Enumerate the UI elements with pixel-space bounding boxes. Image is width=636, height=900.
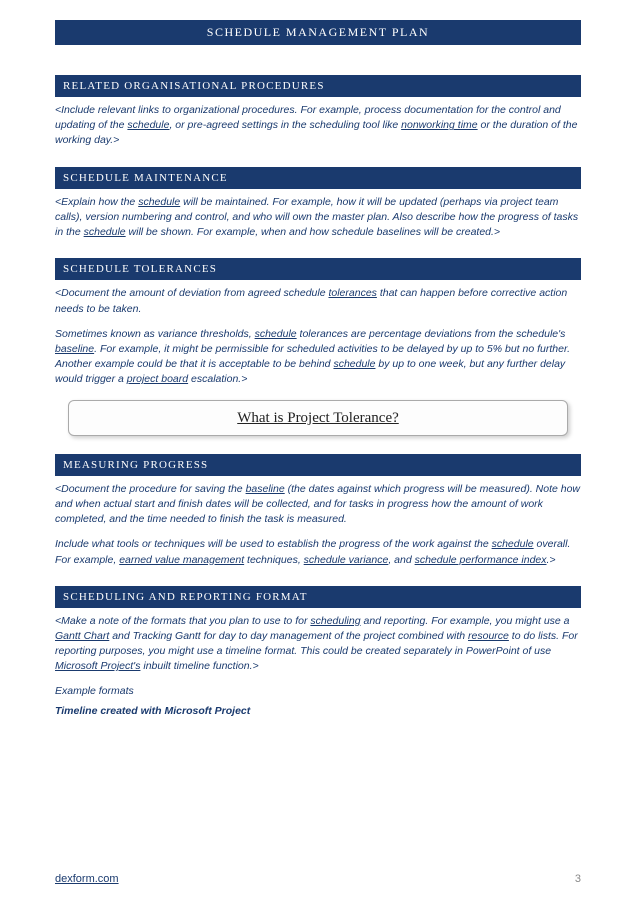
text: Sometimes known as variance thresholds, [55,328,255,340]
section-header-tolerances: SCHEDULE TOLERANCES [55,258,581,280]
measuring-body-2: Include what tools or techniques will be… [55,537,581,567]
link-resource[interactable]: resource [468,630,509,642]
text: and reporting. For example, you might us… [361,615,570,627]
text: inbuilt timeline function.> [140,660,258,672]
link-schedule-variance[interactable]: schedule variance [304,554,389,566]
text: will be shown. For example, when and how… [126,226,500,238]
link-gantt[interactable]: Gantt Chart [55,630,109,642]
maintenance-body: <Explain how the schedule will be mainta… [55,195,581,241]
tolerances-body-1: <Document the amount of deviation from a… [55,286,581,316]
link-tolerances[interactable]: tolerances [328,287,376,299]
text: <Explain how the [55,196,138,208]
text: and Tracking Gantt for day to day manage… [109,630,468,642]
text: .> [547,554,556,566]
text: <Document the procedure for saving the [55,483,246,495]
text: escalation.> [188,373,247,385]
link-spi[interactable]: schedule performance index [415,554,547,566]
callout-text: What is Project Tolerance? [237,410,399,426]
callout-project-tolerance[interactable]: What is Project Tolerance? [68,400,568,436]
link-project-board[interactable]: project board [127,373,188,385]
page-footer: dexform.com 3 [55,873,581,885]
link-schedule[interactable]: schedule [84,226,126,238]
footer-link[interactable]: dexform.com [55,873,119,885]
section-header-measuring: MEASURING PROGRESS [55,454,581,476]
text: Include what tools or techniques will be… [55,538,492,550]
example-formats-label: Example formats [55,685,581,697]
link-schedule[interactable]: schedule [127,119,169,131]
related-body: <Include relevant links to organizationa… [55,103,581,149]
measuring-body-1: <Document the procedure for saving the b… [55,482,581,528]
link-baseline[interactable]: baseline [55,343,94,355]
text: , or pre-agreed settings in the scheduli… [169,119,401,131]
link-msproject[interactable]: Microsoft Project's [55,660,140,672]
section-header-format: SCHEDULING AND REPORTING FORMAT [55,586,581,608]
tolerances-body-2: Sometimes known as variance thresholds, … [55,327,581,388]
section-header-related: RELATED ORGANISATIONAL PROCEDURES [55,75,581,97]
link-baseline[interactable]: baseline [246,483,285,495]
format-body: <Make a note of the formats that you pla… [55,614,581,675]
page-number: 3 [575,873,581,885]
text: techniques, [244,554,304,566]
link-evm[interactable]: earned value management [119,554,244,566]
text: <Document the amount of deviation from a… [55,287,328,299]
text: tolerances are percentage deviations fro… [297,328,566,340]
section-header-maintenance: SCHEDULE MAINTENANCE [55,167,581,189]
link-nonworking-time[interactable]: nonworking time [401,119,477,131]
timeline-label: Timeline created with Microsoft Project [55,705,581,717]
link-scheduling[interactable]: scheduling [310,615,360,627]
link-schedule[interactable]: schedule [492,538,534,550]
text: , and [388,554,414,566]
link-schedule[interactable]: schedule [138,196,180,208]
document-title-banner: SCHEDULE MANAGEMENT PLAN [55,20,581,45]
link-schedule[interactable]: schedule [333,358,375,370]
link-schedule[interactable]: schedule [255,328,297,340]
text: <Make a note of the formats that you pla… [55,615,310,627]
